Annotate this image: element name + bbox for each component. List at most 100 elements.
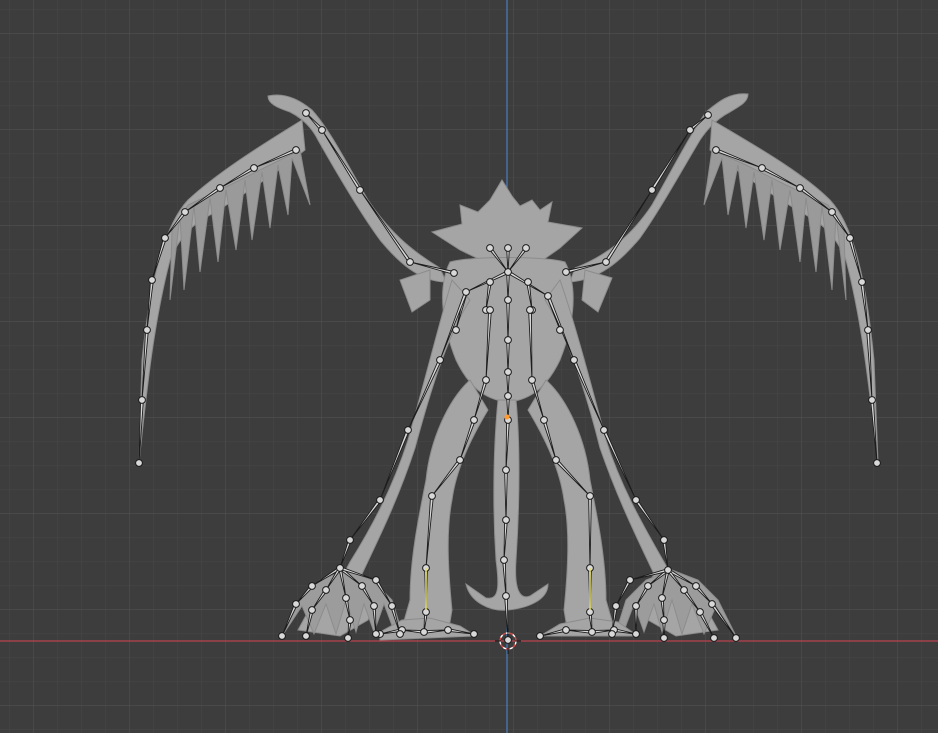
chest-left-joint[interactable] [452, 326, 460, 334]
left-wing-finger-joint[interactable] [143, 326, 151, 334]
right-wing-finger-joint[interactable] [846, 234, 854, 242]
right-claw-2-joint[interactable] [696, 608, 704, 616]
right-arm-joint[interactable] [660, 536, 668, 544]
right-claw-4-joint[interactable] [644, 582, 652, 590]
right-wing-finger-joint[interactable] [796, 184, 804, 192]
left-leg-joint[interactable] [486, 306, 494, 314]
left-arm-joint[interactable] [346, 536, 354, 544]
right-foot-b-joint[interactable] [632, 630, 640, 638]
tail-joint[interactable] [502, 592, 510, 600]
right-wing-finger-joint[interactable] [828, 208, 836, 216]
left-leg-joint[interactable] [420, 628, 428, 636]
3d-viewport[interactable] [0, 0, 938, 733]
right-wing-arm-joint[interactable] [704, 111, 712, 119]
right-wing-finger-joint[interactable] [873, 459, 881, 467]
tail-joint[interactable] [504, 636, 512, 644]
object-origin[interactable] [504, 414, 510, 420]
left-claw-2-joint[interactable] [308, 606, 316, 614]
right-claw-2-joint[interactable] [710, 634, 718, 642]
right-arm-joint[interactable] [632, 496, 640, 504]
right-arm-joint[interactable] [600, 426, 608, 434]
left-arm-joint[interactable] [404, 426, 412, 434]
right-claw-5-joint[interactable] [612, 602, 620, 610]
left-leg-joint[interactable] [482, 376, 490, 384]
left-claw-5-joint[interactable] [372, 576, 380, 584]
spine-joint[interactable] [504, 244, 512, 252]
right-claw-1-joint[interactable] [732, 634, 740, 642]
left-foot-b-joint[interactable] [444, 626, 452, 634]
right-leg-joint[interactable] [586, 492, 594, 500]
right-claw-5-joint[interactable] [608, 630, 616, 638]
left-wing-finger-joint[interactable] [135, 459, 143, 467]
left-foot-b-joint[interactable] [470, 630, 478, 638]
left-leg-joint[interactable] [470, 416, 478, 424]
left-leg-joint[interactable] [428, 492, 436, 500]
right-wing-finger-joint[interactable] [712, 146, 720, 154]
left-arm-joint[interactable] [376, 496, 384, 504]
left-wing-finger-joint[interactable] [138, 396, 146, 404]
right-wing-arm-joint[interactable] [602, 258, 610, 266]
left-claw-5-joint[interactable] [396, 630, 404, 638]
left-wing-finger-joint[interactable] [292, 146, 300, 154]
spine-joint[interactable] [504, 392, 512, 400]
right-wing-finger-joint[interactable] [864, 326, 872, 334]
left-arm-joint[interactable] [436, 356, 444, 364]
right-claw-1-joint[interactable] [692, 582, 700, 590]
tail-joint[interactable] [502, 516, 510, 524]
tail-joint[interactable] [502, 466, 510, 474]
neck-right-joint[interactable] [522, 244, 530, 252]
right-claw-4-joint[interactable] [632, 602, 640, 610]
left-wing-finger-joint[interactable] [216, 184, 224, 192]
right-wing-arm-joint[interactable] [648, 186, 656, 194]
right-leg-joint[interactable] [552, 456, 560, 464]
spine-joint[interactable] [504, 268, 512, 276]
spine-joint[interactable] [504, 336, 512, 344]
right-claw-3-joint[interactable] [660, 616, 668, 624]
right-wing-arm-joint[interactable] [686, 126, 694, 134]
neck-left-joint[interactable] [486, 244, 494, 252]
right-leg-joint[interactable] [526, 306, 534, 314]
spine-joint[interactable] [504, 368, 512, 376]
clavicle-left-joint[interactable] [486, 278, 494, 286]
left-claw-3-joint[interactable] [346, 616, 354, 624]
tail-joint[interactable] [500, 556, 508, 564]
right-wing-arm-joint[interactable] [562, 268, 570, 276]
right-wing-finger-joint[interactable] [758, 164, 766, 172]
left-wing-finger-joint[interactable] [148, 276, 156, 284]
clavicle-right-joint[interactable] [524, 278, 532, 286]
left-claw-3-joint[interactable] [344, 634, 352, 642]
left-wing-arm-joint[interactable] [302, 109, 310, 117]
left-claw-1-joint[interactable] [278, 632, 286, 640]
left-claw-4-joint[interactable] [372, 630, 380, 638]
left-claw-1-joint[interactable] [292, 600, 300, 608]
right-leg-joint[interactable] [540, 416, 548, 424]
left-wing-finger-joint[interactable] [250, 164, 258, 172]
left-wing-arm-joint[interactable] [406, 258, 414, 266]
left-claw-5-joint[interactable] [388, 602, 396, 610]
left-wing-arm-joint[interactable] [450, 269, 458, 277]
right-leg-joint[interactable] [528, 376, 536, 384]
right-claw-3-joint[interactable] [658, 594, 666, 602]
right-claw-3-joint[interactable] [660, 634, 668, 642]
left-arm-joint[interactable] [336, 564, 344, 572]
chest-left-joint[interactable] [462, 288, 470, 296]
right-leg-joint[interactable] [588, 628, 596, 636]
viewport-canvas[interactable] [0, 0, 938, 733]
left-claw-2-joint[interactable] [302, 632, 310, 640]
right-arm-joint[interactable] [664, 566, 672, 574]
right-claw-5-joint[interactable] [626, 576, 634, 584]
left-claw-1-joint[interactable] [308, 582, 316, 590]
right-arm-joint[interactable] [570, 356, 578, 364]
left-claw-3-joint[interactable] [342, 594, 350, 602]
chest-right-joint[interactable] [556, 326, 564, 334]
right-claw-2-joint[interactable] [680, 586, 688, 594]
left-claw-4-joint[interactable] [358, 582, 366, 590]
left-wing-finger-joint[interactable] [181, 208, 189, 216]
right-wing-finger-joint[interactable] [858, 278, 866, 286]
left-leg-joint[interactable] [456, 456, 464, 464]
left-wing-arm-joint[interactable] [318, 126, 326, 134]
right-wing-finger-joint[interactable] [868, 396, 876, 404]
right-foot-joint[interactable] [562, 626, 570, 634]
left-claw-2-joint[interactable] [322, 586, 330, 594]
right-foot-joint[interactable] [536, 632, 544, 640]
